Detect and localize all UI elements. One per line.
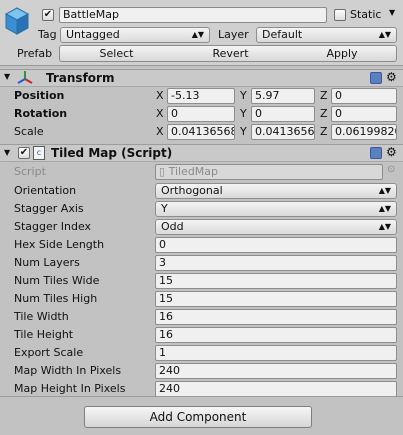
layer-value: Default: [262, 28, 303, 41]
gear-icon[interactable]: ⚙: [386, 70, 397, 84]
layer-dropdown[interactable]: Default ▲▼: [256, 27, 397, 43]
hex-side-length-label: Hex Side Length: [14, 238, 105, 251]
object-picker-icon: ⊙: [387, 164, 396, 175]
num-tiles-wide-field[interactable]: 15: [155, 273, 397, 289]
foldout-arrow-icon[interactable]: ▼: [4, 72, 10, 81]
stagger-index-dropdown[interactable]: Odd ▲▼: [155, 219, 397, 235]
active-checkbox[interactable]: ✔: [42, 9, 54, 21]
scale-z-field[interactable]: 0.06199820: [331, 124, 397, 140]
prefab-select-button[interactable]: Select: [59, 45, 174, 62]
gameobject-cube-icon: [4, 7, 30, 35]
layer-label: Layer: [218, 28, 249, 41]
tag-value: Untagged: [66, 28, 120, 41]
orientation-label: Orientation: [14, 184, 77, 197]
stagger-index-value: Odd: [161, 220, 184, 233]
tile-width-label: Tile Width: [14, 310, 69, 323]
dropdown-arrow-icon: ▲▼: [378, 30, 391, 39]
num-tiles-high-label: Num Tiles High: [14, 292, 98, 305]
scale-x-label[interactable]: X: [156, 125, 164, 138]
checkbox-check-icon: ✔: [19, 147, 29, 158]
map-height-in-pixels-label: Map Height In Pixels: [14, 382, 126, 395]
divider: [0, 396, 403, 397]
scale-y-label[interactable]: Y: [240, 125, 247, 138]
tile-width-field[interactable]: 16: [155, 309, 397, 325]
rotation-z-field[interactable]: 0: [331, 106, 397, 122]
help-book-icon[interactable]: [370, 72, 382, 84]
stagger-axis-dropdown[interactable]: Y ▲▼: [155, 201, 397, 217]
stagger-axis-label: Stagger Axis: [14, 202, 84, 215]
tile-height-label: Tile Height: [14, 328, 74, 341]
position-z-label[interactable]: Z: [320, 89, 328, 102]
position-x-field[interactable]: -5.13: [167, 88, 235, 104]
map-width-in-pixels-label: Map Width In Pixels: [14, 364, 122, 377]
dropdown-arrow-icon: ▲▼: [378, 222, 391, 231]
script-field: ▯ TiledMap: [155, 164, 383, 180]
prefab-label: Prefab: [17, 47, 53, 60]
scale-y-field[interactable]: 0.04136568: [251, 124, 315, 140]
prefab-revert-button[interactable]: Revert: [173, 45, 289, 62]
script-value: TiledMap: [168, 165, 219, 178]
map-height-in-pixels-field[interactable]: 240: [155, 381, 397, 397]
dropdown-arrow-icon: ▲▼: [191, 30, 204, 39]
add-component-button[interactable]: Add Component: [84, 406, 312, 428]
static-dropdown-arrow-icon[interactable]: ▼: [389, 8, 395, 17]
rotation-z-label[interactable]: Z: [320, 107, 328, 120]
foldout-arrow-icon[interactable]: ▼: [4, 148, 10, 157]
position-x-label[interactable]: X: [156, 89, 164, 102]
scale-x-field[interactable]: 0.04136568: [167, 124, 235, 140]
orientation-dropdown[interactable]: Orthogonal ▲▼: [155, 183, 397, 199]
scale-label: Scale: [14, 125, 44, 138]
help-book-icon[interactable]: [370, 147, 382, 159]
script-icon: c: [33, 146, 45, 160]
gear-icon[interactable]: ⚙: [386, 145, 397, 159]
rotation-x-label[interactable]: X: [156, 107, 164, 120]
hex-side-length-field[interactable]: 0: [155, 237, 397, 253]
script-field-icon: ▯: [159, 165, 166, 178]
rotation-y-label[interactable]: Y: [240, 107, 247, 120]
stagger-axis-value: Y: [161, 202, 168, 215]
transform-axes-icon: [17, 71, 33, 84]
prefab-apply-button[interactable]: Apply: [288, 45, 397, 62]
export-scale-label: Export Scale: [14, 346, 84, 359]
checkbox-check-icon: ✔: [43, 9, 53, 20]
num-tiles-wide-label: Num Tiles Wide: [14, 274, 100, 287]
tile-height-field[interactable]: 16: [155, 327, 397, 343]
tiled-map-title: Tiled Map (Script): [51, 146, 173, 160]
export-scale-field[interactable]: 1: [155, 345, 397, 361]
num-tiles-high-field[interactable]: 15: [155, 291, 397, 307]
rotation-x-field[interactable]: 0: [167, 106, 235, 122]
static-checkbox[interactable]: [334, 9, 346, 21]
transform-title: Transform: [46, 71, 115, 85]
dropdown-arrow-icon: ▲▼: [378, 186, 391, 195]
map-width-in-pixels-field[interactable]: 240: [155, 363, 397, 379]
orientation-value: Orthogonal: [161, 184, 223, 197]
script-enabled-checkbox[interactable]: ✔: [18, 147, 30, 159]
dropdown-arrow-icon: ▲▼: [378, 204, 391, 213]
position-z-field[interactable]: 0: [331, 88, 397, 104]
num-layers-field[interactable]: 3: [155, 255, 397, 271]
num-layers-label: Num Layers: [14, 256, 80, 269]
position-y-field[interactable]: 5.97: [251, 88, 315, 104]
tag-dropdown[interactable]: Untagged ▲▼: [60, 27, 210, 43]
rotation-label: Rotation: [14, 107, 68, 120]
scale-z-label[interactable]: Z: [320, 125, 328, 138]
script-label: Script: [14, 165, 46, 178]
static-label: Static: [350, 8, 382, 21]
position-y-label[interactable]: Y: [240, 89, 247, 102]
tag-label: Tag: [38, 28, 57, 41]
stagger-index-label: Stagger Index: [14, 220, 92, 233]
position-label: Position: [14, 89, 65, 102]
object-name-field[interactable]: BattleMap: [59, 7, 327, 23]
rotation-y-field[interactable]: 0: [251, 106, 315, 122]
